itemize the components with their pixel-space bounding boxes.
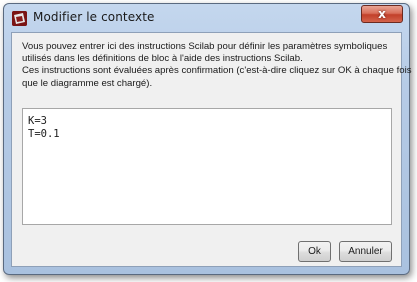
screen-background: Modifier le contexte x Vous pouvez entre… — [0, 0, 417, 282]
dialog-window: Modifier le contexte x Vous pouvez entre… — [3, 3, 412, 275]
instructions-line: Vous pouvez entrer ici des instructions … — [22, 41, 388, 52]
context-editor[interactable]: K=3 T=0.1 — [22, 108, 392, 225]
ok-button[interactable]: Ok — [298, 241, 331, 262]
title-bar[interactable]: Modifier le contexte x — [4, 4, 409, 32]
instructions-line: Ces instructions sont évaluées après con… — [22, 65, 412, 77]
instructions-text: Vous pouvez entrer ici des instructions … — [22, 41, 412, 90]
close-button[interactable]: x — [361, 5, 403, 23]
instructions-line: que le diagramme est chargé). — [22, 77, 153, 89]
close-icon: x — [378, 7, 386, 21]
instructions-line: utilisés dans les définitions de bloc à … — [22, 53, 303, 65]
dialog-content: Vous pouvez entrer ici des instructions … — [11, 32, 412, 267]
cancel-button[interactable]: Annuler — [339, 241, 392, 262]
scicos-icon — [12, 11, 27, 26]
window-title: Modifier le contexte — [33, 10, 155, 24]
